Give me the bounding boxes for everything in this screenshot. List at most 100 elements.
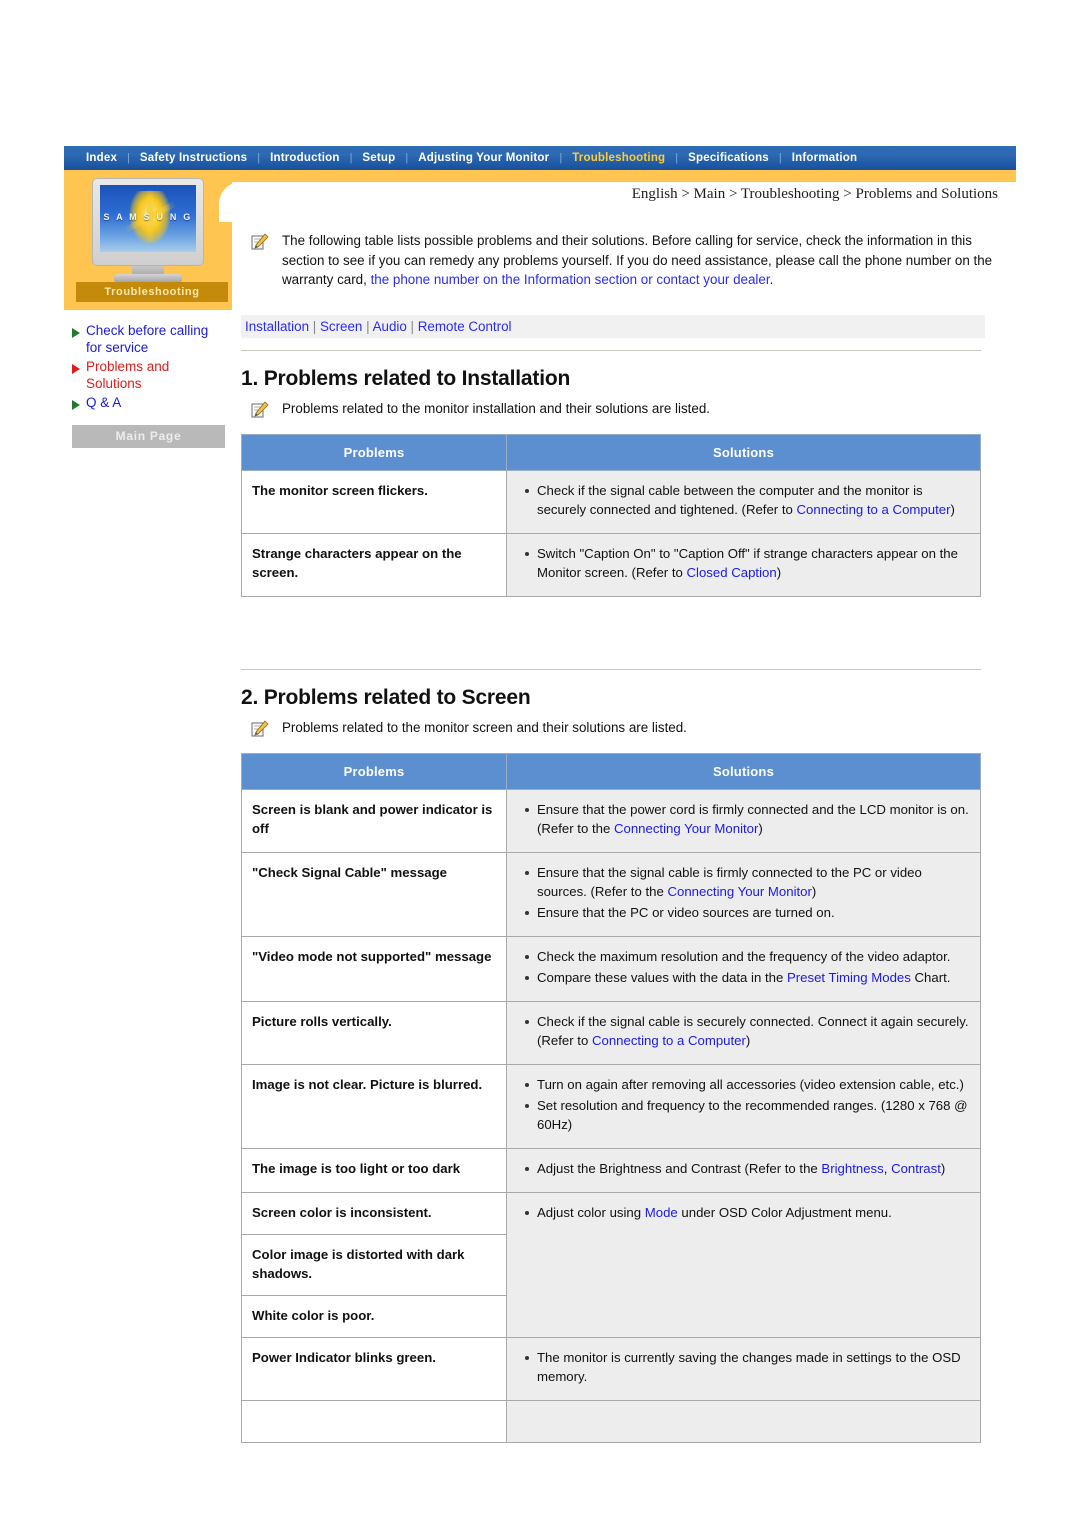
nav-item-troubleshooting[interactable]: Troubleshooting (562, 146, 675, 170)
solution-list: Check if the signal cable is securely co… (517, 1012, 970, 1050)
problem-cell: Image is not clear. Picture is blurred. (241, 1063, 507, 1149)
solution-list: Adjust the Brightness and Contrast (Refe… (517, 1159, 970, 1178)
nav-item-adjusting-your-monitor[interactable]: Adjusting Your Monitor (408, 146, 559, 170)
subnav-separator: | (362, 318, 373, 334)
section-subtitle-row: Problems related to the monitor screen a… (241, 718, 1016, 740)
table-row: Image is not clear. Picture is blurred. T… (241, 1063, 981, 1149)
subnav-link-screen[interactable]: Screen (320, 319, 362, 334)
solution-cell: Ensure that the power cord is firmly con… (506, 788, 981, 853)
nav-item-index[interactable]: Index (76, 146, 127, 170)
arrow-green-icon (72, 400, 80, 410)
problem-cell: Color image is distorted with dark shado… (241, 1233, 507, 1296)
section-title: 2. Problems related to Screen (241, 685, 531, 709)
section-title: 1. Problems related to Installation (241, 366, 571, 390)
solution-item: Turn on again after removing all accesso… (525, 1075, 970, 1094)
table-row: Screen color is inconsistent. Adjust colo… (241, 1191, 981, 1338)
nav-item-safety-instructions[interactable]: Safety Instructions (130, 146, 257, 170)
solution-text: The monitor is currently saving the chan… (537, 1349, 961, 1384)
sidebar-section-caption: Troubleshooting (76, 282, 228, 302)
inline-reference-link[interactable]: Mode (645, 1205, 678, 1220)
sidebar-item-label: Check before calling for service (86, 323, 209, 355)
sidebar-item-label: Problems and Solutions (86, 359, 170, 391)
divider-rule-2 (241, 668, 981, 670)
solution-item: The monitor is currently saving the chan… (525, 1348, 970, 1386)
solution-list: Switch "Caption On" to "Caption Off" if … (517, 544, 970, 582)
inline-reference-link[interactable]: Connecting to a Computer (797, 502, 951, 517)
table-row: Strange characters appear on the screen.… (241, 532, 981, 597)
solution-text: Adjust color using (537, 1204, 645, 1220)
solution-cell: Check if the signal cable between the co… (506, 469, 981, 534)
table-header-row: Problems Solutions (241, 752, 981, 790)
section-subtitle: Problems related to the monitor installa… (282, 400, 710, 416)
note-pencil-icon (250, 719, 270, 740)
sidebar: S A M S U N G Troubleshooting Check befo… (64, 170, 234, 448)
solution-item: Check if the signal cable between the co… (525, 481, 970, 519)
solution-list: Turn on again after removing all accesso… (517, 1075, 970, 1134)
subnav-link-audio[interactable]: Audio (373, 319, 407, 334)
note-pencil-icon (250, 233, 270, 253)
problem-cell: "Check Signal Cable" message (241, 851, 507, 937)
table-row: Screen is blank and power indicator is o… (241, 788, 981, 853)
sidebar-item-label: Q & A (86, 395, 122, 410)
nav-item-setup[interactable]: Setup (352, 146, 405, 170)
nav-item-information[interactable]: Information (782, 146, 867, 170)
content-area: English > Main > Troubleshooting > Probl… (241, 182, 1016, 1443)
sidebar-item-problems-and-solutions[interactable]: Problems and Solutions (72, 358, 234, 392)
monitor-illustration: S A M S U N G Troubleshooting (76, 174, 228, 302)
problem-cell: The image is too light or too dark (241, 1147, 507, 1193)
breadcrumb: English > Main > Troubleshooting > Probl… (631, 186, 998, 202)
problems-solutions-table: Problems Solutions The monitor screen flic… (241, 433, 981, 597)
table-row: Power Indicator blinks green. The monitor… (241, 1336, 981, 1401)
problem-cell: White color is poor. (241, 1294, 507, 1338)
solution-cell: Turn on again after removing all accesso… (506, 1063, 981, 1149)
solution-text: Turn on again after removing all accesso… (537, 1076, 964, 1092)
intro-dealer-link[interactable]: the phone number on the Information sect… (371, 272, 770, 287)
sidebar-item-check-before-calling-for-service[interactable]: Check before calling for service (72, 322, 234, 356)
column-header-problems: Problems (241, 433, 507, 471)
inline-reference-link[interactable]: Closed Caption (687, 565, 777, 580)
page-root: Index | Safety Instructions | Introduction | S… (0, 0, 1080, 1528)
inline-reference-link[interactable]: Connecting Your Monitor (614, 821, 758, 836)
inline-reference-link[interactable]: Connecting to a Computer (592, 1033, 746, 1048)
top-navigation-bar: Index | Safety Instructions | Introduction | S… (64, 146, 1016, 170)
solution-item: Ensure that the signal cable is firmly c… (525, 863, 970, 901)
subnav-link-installation[interactable]: Installation (245, 319, 309, 334)
section-subtitle: Problems related to the monitor screen a… (282, 719, 687, 735)
solution-item: Adjust the Brightness and Contrast (Refe… (525, 1159, 970, 1178)
problem-cell: The monitor screen flickers. (241, 469, 507, 534)
inline-reference-link[interactable]: Contrast (891, 1161, 941, 1176)
inline-reference-link[interactable]: Preset Timing Modes (787, 970, 911, 985)
solution-text: ) (811, 883, 817, 899)
problem-cell: Screen color is inconsistent. (241, 1191, 507, 1235)
solution-item: Check if the signal cable is securely co… (525, 1012, 970, 1050)
arrow-green-icon (72, 328, 80, 338)
solution-item: Ensure that the PC or video sources are … (525, 903, 970, 922)
solution-cell: Check if the signal cable is securely co… (506, 1000, 981, 1065)
problem-cell: Picture rolls vertically. (241, 1000, 507, 1065)
problem-cell: Power Indicator blinks green. (241, 1336, 507, 1401)
solution-list: Check if the signal cable between the co… (517, 481, 970, 519)
solution-text: Check the maximum resolution and the fre… (537, 948, 951, 964)
problem-cell: "Video mode not supported" message (241, 935, 507, 1002)
inline-reference-link[interactable]: Connecting Your Monitor (667, 884, 811, 899)
solution-text: Adjust the Brightness and Contrast (Refe… (537, 1160, 822, 1176)
solution-cell: Check the maximum resolution and the fre… (506, 935, 981, 1002)
solution-cell: Ensure that the signal cable is firmly c… (506, 851, 981, 937)
sidebar-item-q-a[interactable]: Q & A (72, 394, 234, 411)
main-page-button[interactable]: Main Page (72, 425, 225, 448)
solution-item: Set resolution and frequency to the reco… (525, 1096, 970, 1134)
nav-item-specifications[interactable]: Specifications (678, 146, 779, 170)
subnav-separator: | (309, 318, 320, 334)
solution-item: Compare these values with the data in th… (525, 968, 970, 987)
inline-reference-link[interactable]: Brightness (821, 1161, 883, 1176)
solution-text: ) (776, 564, 782, 580)
solution-list: The monitor is currently saving the chan… (517, 1348, 970, 1386)
nav-item-introduction[interactable]: Introduction (260, 146, 349, 170)
table-row: "Video mode not supported" message Check … (241, 935, 981, 1002)
column-header-solutions: Solutions (506, 433, 981, 471)
subnav-link-remote-control[interactable]: Remote Control (418, 319, 512, 334)
table-row: Picture rolls vertically. Check if the si… (241, 1000, 981, 1065)
solution-list: Ensure that the power cord is firmly con… (517, 800, 970, 838)
solution-text: ) (758, 820, 763, 836)
